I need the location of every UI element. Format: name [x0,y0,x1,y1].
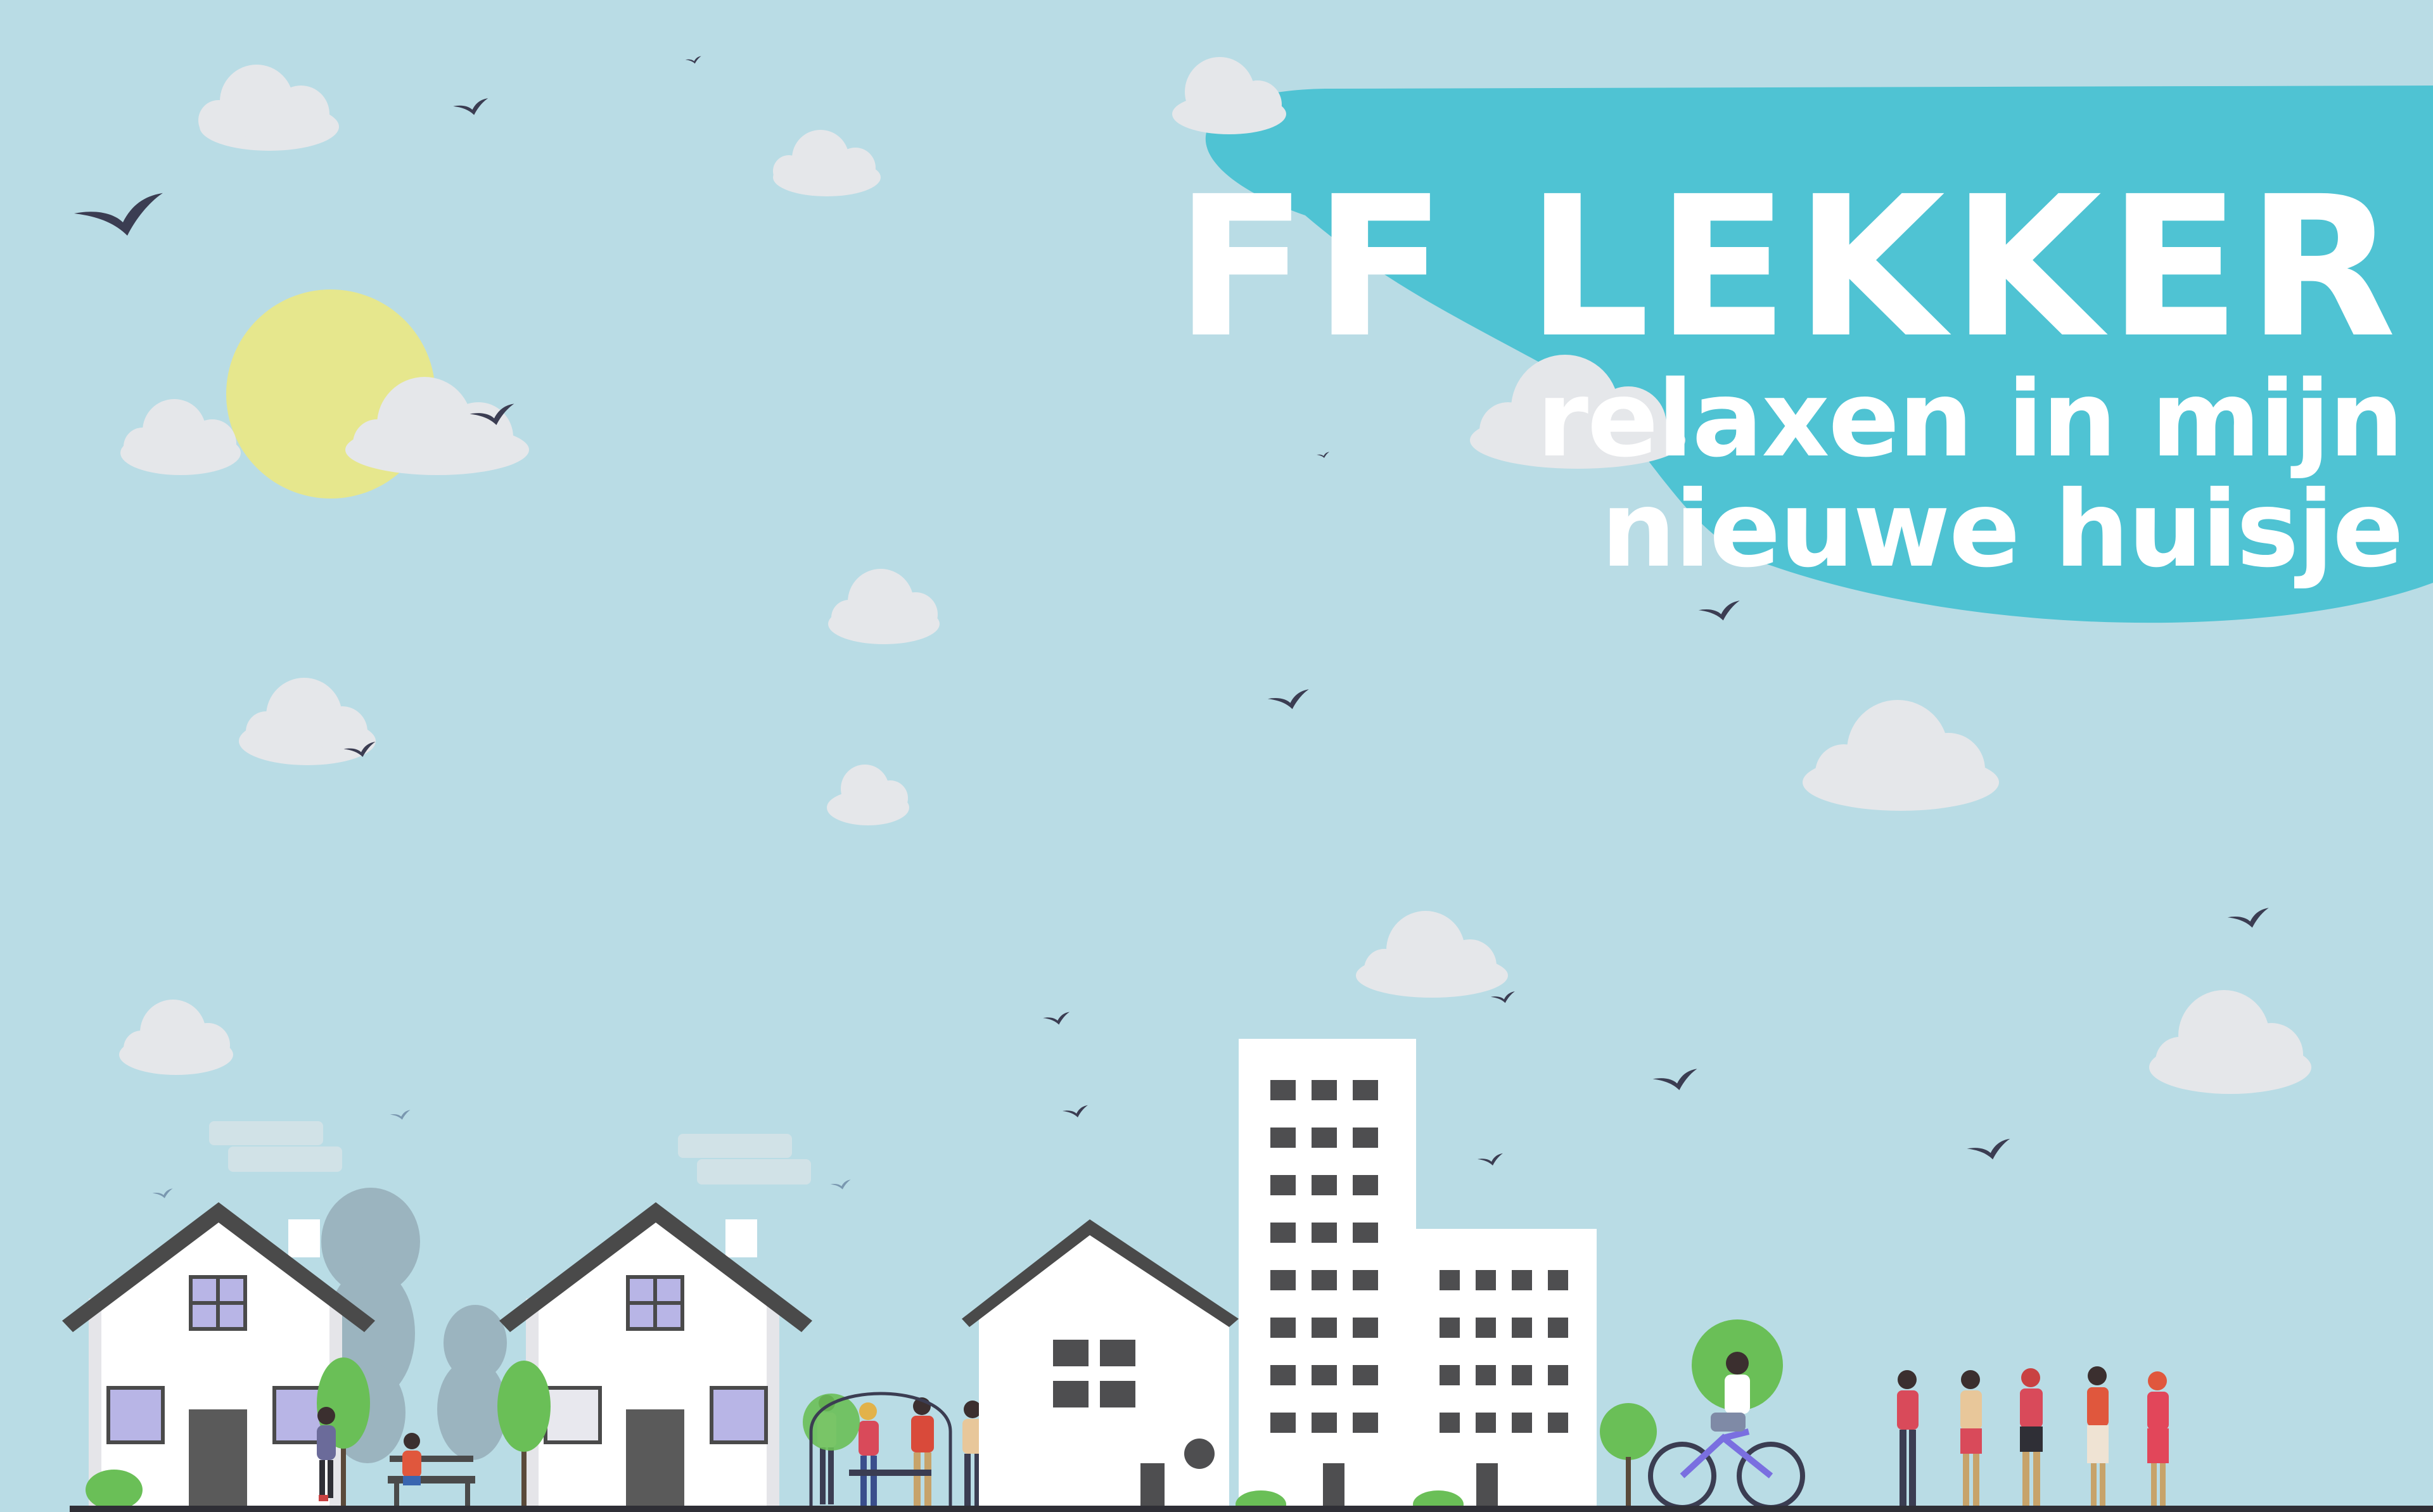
building-door [1323,1463,1344,1508]
building-window [1312,1318,1337,1338]
building-window [1312,1080,1337,1100]
building-window [1512,1318,1532,1338]
building-window [1353,1175,1378,1195]
building-window [1353,1413,1378,1433]
building-window [1353,1080,1378,1100]
building-window [1270,1080,1296,1100]
building-window [1548,1413,1568,1433]
building-window [1270,1223,1296,1243]
building-window [1440,1270,1460,1290]
building-window [1476,1270,1496,1290]
building-window [1270,1175,1296,1195]
building-window [1312,1413,1337,1433]
building-window [1312,1365,1337,1385]
building-window [1270,1365,1296,1385]
person [402,1433,421,1485]
building-window [1548,1270,1568,1290]
building-window [1476,1318,1496,1338]
building-window [1476,1413,1496,1433]
bush [86,1470,143,1510]
building-window [1270,1270,1296,1290]
building-window [1440,1413,1460,1433]
building-window [1353,1223,1378,1243]
building-door [1476,1463,1498,1508]
building-window [1353,1365,1378,1385]
building-window [1548,1318,1568,1338]
building-window [1312,1223,1337,1243]
building-window [1548,1365,1568,1385]
building-window [1512,1270,1532,1290]
building-window [1353,1318,1378,1338]
building-window [1353,1128,1378,1148]
building-window [1353,1270,1378,1290]
building-window [1270,1318,1296,1338]
building-window [1270,1413,1296,1433]
building-window [1476,1365,1496,1385]
building-window [1512,1365,1532,1385]
building-window [1440,1365,1460,1385]
building-window [1440,1318,1460,1338]
green-tree [497,1361,551,1452]
building-window [1270,1128,1296,1148]
building-window [1512,1413,1532,1433]
building-window [1312,1175,1337,1195]
building-window [1312,1128,1337,1148]
building-window [1312,1270,1337,1290]
ground-line [70,1506,2433,1512]
city-illustration [0,0,2433,1512]
